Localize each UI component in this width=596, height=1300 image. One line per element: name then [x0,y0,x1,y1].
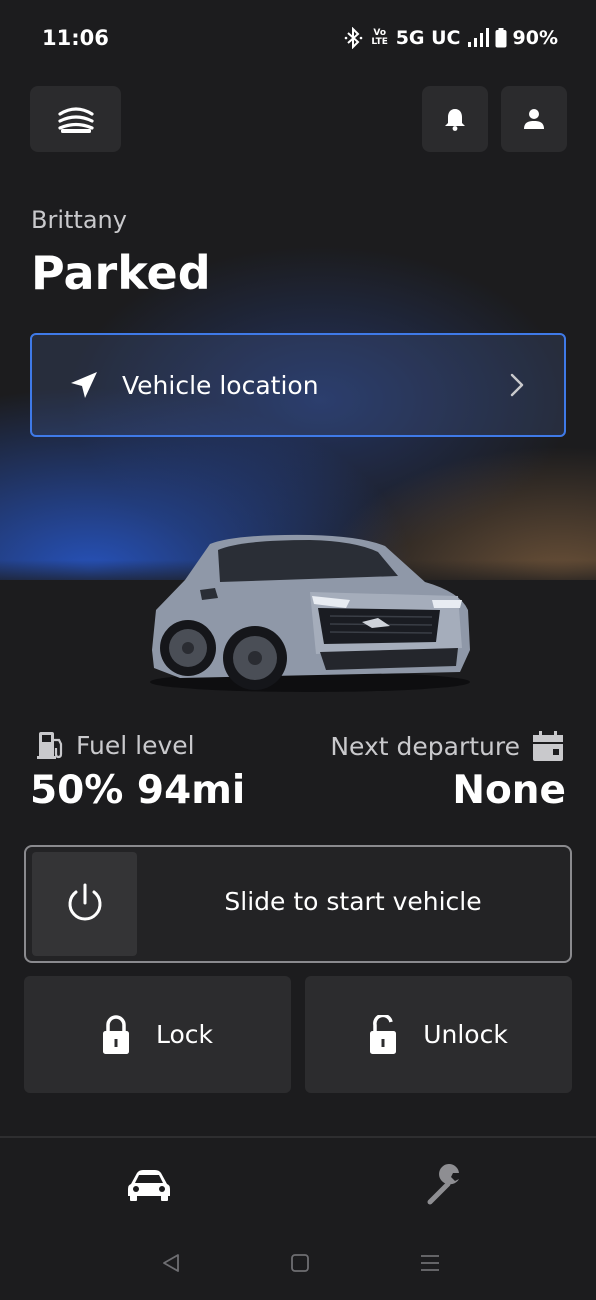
vehicle-location-label: Vehicle location [122,370,319,400]
remote-start-slider[interactable]: Slide to start vehicle [24,845,572,963]
garage-menu-button[interactable] [30,86,121,152]
garage-menu-icon [57,107,94,133]
app-screen: 11:06 Vo LTE 5G UC 90% Brittany Parked V… [0,0,596,1300]
navigation-arrow-icon [71,372,97,398]
car-icon [128,1170,170,1201]
status-icons: Vo LTE 5G UC 90% [344,27,558,49]
chevron-right-icon [510,373,524,397]
lock-icon [102,1014,129,1054]
fuel-level-label: Fuel level [76,730,195,760]
system-recents-button[interactable] [415,1248,445,1278]
notifications-button[interactable] [422,86,488,152]
unlock-label: Unlock [423,1020,508,1049]
system-back-button[interactable] [156,1248,186,1278]
unlock-icon [370,1014,397,1054]
tab-service[interactable] [402,1150,492,1220]
bluetooth-icon [344,27,363,49]
next-departure-row[interactable]: Next departure [330,730,564,762]
lock-label: Lock [155,1020,213,1049]
system-home-button[interactable] [285,1248,315,1278]
wrench-icon [427,1164,459,1205]
battery-icon [495,28,507,48]
next-departure-value: None [452,768,566,813]
power-icon [68,883,101,921]
fuel-level-row: Fuel level [36,730,195,760]
owner-name: Brittany [31,206,127,234]
profile-icon [524,109,544,129]
car-image [150,534,470,692]
network-type: 5G UC [395,27,461,49]
back-triangle-icon [163,1254,179,1272]
vehicle-state: Parked [31,246,211,300]
bell-icon [445,109,465,131]
status-time: 11:06 [42,26,109,50]
fuel-pump-icon [37,732,63,759]
next-departure-label: Next departure [330,731,520,761]
vehicle-location-button[interactable]: Vehicle location [30,333,566,437]
battery-percent: 90% [512,27,558,49]
home-square-icon [291,1254,309,1272]
lock-button[interactable]: Lock [24,976,291,1093]
unlock-button[interactable]: Unlock [305,976,572,1093]
calendar-icon [533,731,563,761]
tab-bar-divider [0,1136,596,1138]
volte-indicator: Vo LTE [370,29,390,47]
volte-bottom: LTE [371,37,388,47]
remote-start-label: Slide to start vehicle [224,887,482,916]
fuel-level-value: 50% 94mi [30,768,246,813]
recents-lines-icon [421,1255,439,1271]
tab-vehicle[interactable] [104,1150,194,1220]
status-bar: 11:06 Vo LTE 5G UC 90% [0,0,596,78]
remote-start-knob[interactable] [32,852,137,956]
signal-icon [467,28,489,47]
profile-button[interactable] [501,86,567,152]
